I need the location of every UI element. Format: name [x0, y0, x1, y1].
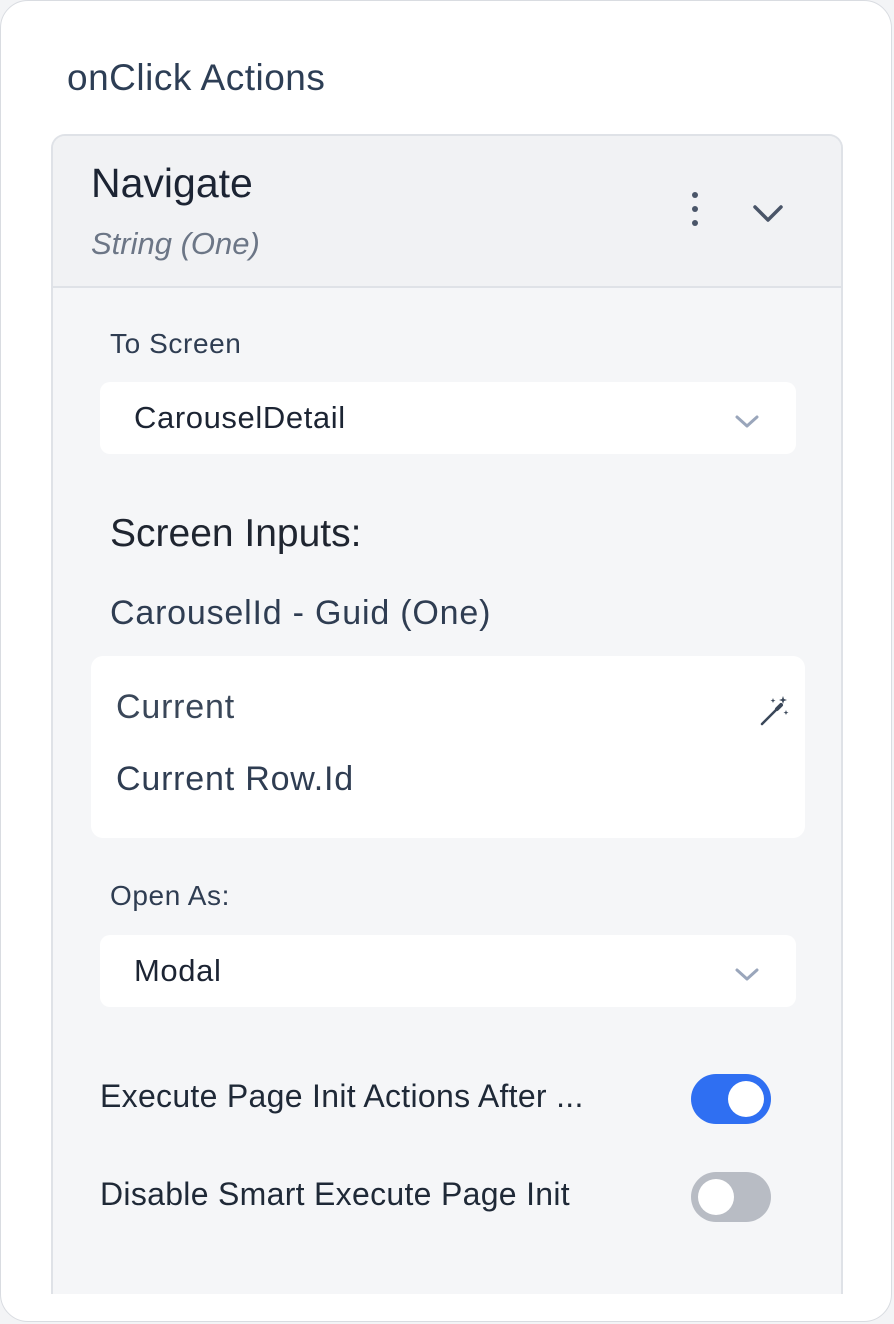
magic-wand-icon[interactable] — [757, 694, 791, 728]
open-as-select[interactable]: Modal — [100, 935, 796, 1007]
action-type: String (One) — [91, 226, 260, 261]
execute-page-init-label: Execute Page Init Actions After ... — [100, 1078, 584, 1114]
chevron-down-icon — [732, 959, 762, 989]
chevron-down-icon[interactable] — [747, 192, 789, 234]
screen-input-value-box[interactable]: Current Current Row.Id — [91, 656, 805, 838]
disable-smart-execute-toggle[interactable] — [691, 1172, 771, 1222]
screen-inputs-heading: Screen Inputs: — [110, 512, 362, 555]
chevron-down-icon — [732, 406, 762, 436]
open-as-label: Open As: — [110, 880, 230, 911]
value-expression: Current Row.Id — [116, 760, 354, 798]
action-name: Navigate — [91, 160, 253, 206]
to-screen-value: CarouselDetail — [134, 400, 346, 435]
section-title: onClick Actions — [67, 57, 326, 98]
toggle-knob — [698, 1179, 734, 1215]
open-as-value: Modal — [134, 953, 222, 988]
to-screen-select[interactable]: CarouselDetail — [100, 382, 796, 454]
toggle-knob — [728, 1081, 764, 1117]
value-source: Current — [116, 688, 235, 726]
screen-input-param-label: CarouselId - Guid (One) — [110, 594, 492, 632]
onclick-actions-panel: onClick Actions Navigate String (One) To… — [0, 0, 892, 1322]
disable-smart-execute-label: Disable Smart Execute Page Init — [100, 1176, 570, 1212]
action-card-header[interactable]: Navigate String (One) — [53, 136, 841, 288]
execute-page-init-toggle[interactable] — [691, 1074, 771, 1124]
to-screen-label: To Screen — [110, 328, 242, 359]
navigate-action-card: Navigate String (One) To Screen Carousel… — [51, 134, 843, 1294]
kebab-icon[interactable] — [681, 192, 709, 232]
